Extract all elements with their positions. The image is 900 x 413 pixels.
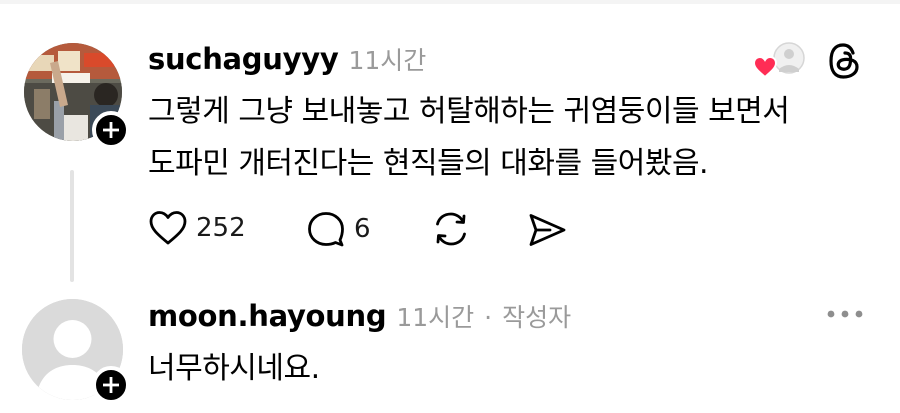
comment-button[interactable]: 6 xyxy=(306,210,371,248)
repost-icon xyxy=(436,212,466,246)
post-text: 그렇게 그냥 보내놓고 허탈해하는 귀염둥이들 보면서 도파민 개터진다는 현직… xyxy=(148,86,868,190)
separator-dot: · xyxy=(484,303,493,332)
share-icon xyxy=(529,214,566,246)
more-button[interactable] xyxy=(826,306,864,325)
more-icon xyxy=(827,310,863,318)
thread-line xyxy=(70,170,74,282)
threads-logo-icon[interactable] xyxy=(826,42,862,80)
reply-timestamp: 11시간 xyxy=(396,303,475,332)
reply-count: 6 xyxy=(354,214,371,244)
username[interactable]: suchaguyyy xyxy=(148,45,339,74)
like-count: 252 xyxy=(196,213,246,243)
post-text-line: 그렇게 그냥 보내놓고 허탈해하는 귀염둥이들 보면서 xyxy=(148,94,790,129)
reply-follow-button[interactable] xyxy=(92,366,130,404)
heart-icon xyxy=(753,56,777,78)
plus-icon xyxy=(103,122,119,138)
heart-icon xyxy=(149,211,187,245)
liked-by-indicator[interactable] xyxy=(753,42,807,78)
comment-icon xyxy=(308,212,344,247)
top-divider xyxy=(0,0,900,4)
author-tag: 작성자 xyxy=(502,303,572,332)
follow-button[interactable] xyxy=(92,111,130,149)
like-button[interactable]: 252 xyxy=(148,210,246,246)
repost-button[interactable] xyxy=(430,210,472,252)
reply-header: moon.hayoung 11시간 · 작성자 xyxy=(148,302,571,331)
post-text-line: 도파민 개터진다는 현직들의 대화를 들어봤음. xyxy=(148,146,709,181)
plus-icon xyxy=(103,377,119,393)
timestamp: 11시간 xyxy=(348,46,427,75)
share-button[interactable] xyxy=(526,212,568,252)
reply-username[interactable]: moon.hayoung xyxy=(148,302,387,331)
post-header: suchaguyyy 11시간 xyxy=(148,45,426,74)
reply-text: 너무하시네요. xyxy=(148,351,320,386)
